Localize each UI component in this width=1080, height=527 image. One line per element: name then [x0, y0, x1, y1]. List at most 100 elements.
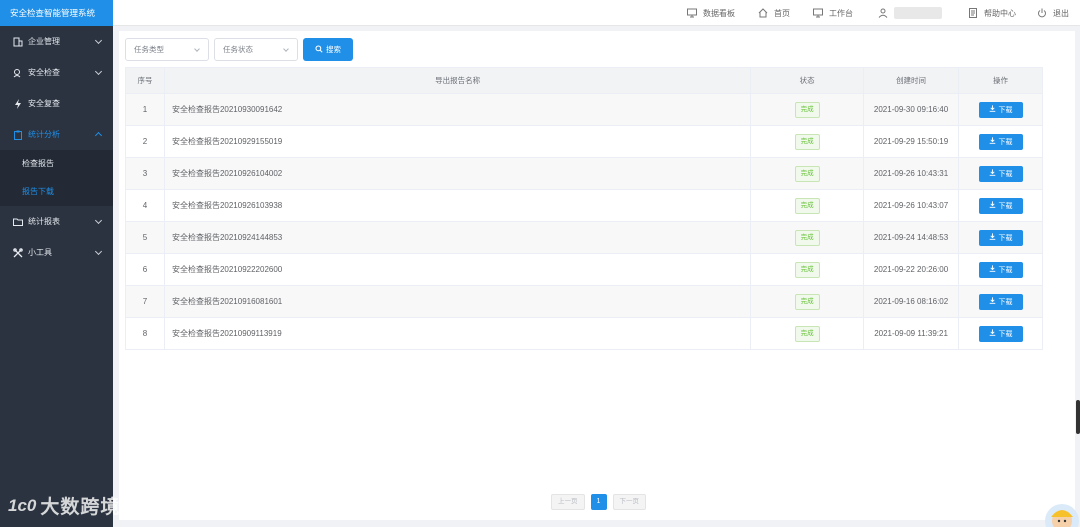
- page-number-current[interactable]: 1: [590, 494, 607, 510]
- desktop-icon: [813, 8, 823, 18]
- clipboard-icon: [13, 130, 23, 140]
- sidebar-item-statistics[interactable]: 统计分析: [0, 119, 113, 150]
- sidebar-item-tools[interactable]: 小工具: [0, 237, 113, 268]
- row-number: 4: [125, 189, 165, 222]
- col-header-no: 序号: [125, 67, 165, 94]
- table-header-row: 序号 导出报告名称 状态 创建时间 操作: [125, 67, 1043, 94]
- sidebar-item-reports[interactable]: 统计报表: [0, 206, 113, 237]
- sidebar-item-enterprise[interactable]: 企业管理: [0, 26, 113, 57]
- table-row: 8 安全检查报告20210909113919 完成 2021-09-09 11:39:…: [125, 317, 1043, 350]
- chevron-down-icon: [194, 46, 200, 52]
- action-cell: 下载: [958, 125, 1043, 158]
- report-name: 安全检查报告20210924144853: [164, 221, 752, 254]
- workbench-label: 工作台: [829, 8, 853, 18]
- sidebar-item-label: 统计分析: [28, 130, 60, 139]
- task-type-select[interactable]: 任务类型: [125, 38, 209, 61]
- report-name: 安全检查报告20210926104002: [164, 157, 752, 190]
- report-name: 安全检查报告20210929155019: [164, 125, 752, 158]
- search-button[interactable]: 搜索: [303, 38, 353, 61]
- status-badge: 完成: [794, 101, 820, 118]
- chevron-down-icon: [94, 36, 103, 45]
- sidebar-subitem-inspection-report[interactable]: 检查报告: [0, 150, 113, 178]
- download-button[interactable]: 下载: [978, 293, 1023, 310]
- user-icon: [878, 8, 888, 18]
- created-time: 2021-09-26 10:43:31: [863, 157, 960, 190]
- download-icon: [989, 169, 996, 178]
- row-number: 1: [125, 93, 165, 126]
- top-bar: 数据看板 首页 工作台 帮助中心 退出: [113, 0, 1080, 26]
- col-header-time: 创建时间: [863, 67, 960, 94]
- download-icon: [989, 329, 996, 338]
- dashboard-link[interactable]: 数据看板: [687, 0, 735, 26]
- action-cell: 下载: [958, 189, 1043, 222]
- statistics-submenu: 检查报告 报告下载: [0, 150, 113, 206]
- status-cell: 完成: [750, 157, 865, 190]
- col-header-status: 状态: [750, 67, 865, 94]
- help-center-link[interactable]: 帮助中心: [968, 0, 1016, 26]
- report-name: 安全检查报告20210922202600: [164, 253, 752, 286]
- pagination: 上一页 1 下一页: [551, 494, 646, 510]
- assistant-avatar-icon[interactable]: [1040, 497, 1080, 527]
- sidebar-subitem-report-download[interactable]: 报告下载: [0, 178, 113, 206]
- status-badge: 完成: [794, 197, 820, 214]
- chevron-up-icon: [94, 131, 103, 140]
- row-number: 7: [125, 285, 165, 318]
- home-label: 首页: [774, 8, 790, 18]
- download-icon: [989, 201, 996, 210]
- dashboard-label: 数据看板: [703, 8, 735, 18]
- task-type-placeholder: 任务类型: [134, 45, 164, 54]
- row-number: 6: [125, 253, 165, 286]
- sidebar-item-review[interactable]: 安全复查: [0, 88, 113, 119]
- download-icon: [989, 233, 996, 242]
- report-name: 安全检查报告20210916081601: [164, 285, 752, 318]
- download-button[interactable]: 下载: [978, 133, 1023, 150]
- download-label: 下载: [998, 202, 1013, 210]
- status-badge: 完成: [794, 293, 820, 310]
- home-link[interactable]: 首页: [758, 0, 790, 26]
- user-menu[interactable]: [878, 0, 942, 26]
- task-status-select[interactable]: 任务状态: [214, 38, 298, 61]
- scrollbar-thumb[interactable]: [1076, 400, 1080, 434]
- download-button[interactable]: 下载: [978, 165, 1023, 182]
- download-button[interactable]: 下载: [978, 261, 1023, 278]
- sidebar-item-inspection[interactable]: 安全检查: [0, 57, 113, 88]
- download-button[interactable]: 下载: [978, 197, 1023, 214]
- sidebar-item-label: 小工具: [28, 248, 52, 257]
- sidebar-item-label: 安全检查: [28, 68, 60, 77]
- logout-button[interactable]: 退出: [1037, 0, 1069, 26]
- chevron-down-icon: [94, 67, 103, 76]
- tools-icon: [13, 247, 23, 258]
- created-time: 2021-09-26 10:43:07: [863, 189, 960, 222]
- chevron-down-icon: [94, 216, 103, 225]
- col-header-name: 导出报告名称: [164, 67, 752, 94]
- table-row: 7 安全检查报告20210916081601 完成 2021-09-16 08:16:…: [125, 285, 1043, 318]
- report-name: 安全检查报告20210930091642: [164, 93, 752, 126]
- status-cell: 完成: [750, 189, 865, 222]
- watermark-text: 大数跨境: [40, 497, 121, 518]
- download-button[interactable]: 下载: [978, 229, 1023, 246]
- download-button[interactable]: 下载: [978, 101, 1023, 118]
- logout-label: 退出: [1053, 8, 1069, 18]
- folder-icon: [13, 217, 23, 227]
- task-status-placeholder: 任务状态: [223, 45, 253, 54]
- download-icon: [989, 297, 996, 306]
- table-row: 5 安全检查报告20210924144853 完成 2021-09-24 14:48:…: [125, 221, 1043, 254]
- status-badge: 完成: [794, 133, 820, 150]
- home-icon: [758, 8, 768, 18]
- report-name: 安全检查报告20210909113919: [164, 317, 752, 350]
- monitor-chart-icon: [687, 8, 697, 18]
- download-button[interactable]: 下载: [978, 325, 1023, 342]
- action-cell: 下载: [958, 285, 1043, 318]
- report-table: 序号 导出报告名称 状态 创建时间 操作 1 安全检查报告202109300916…: [125, 67, 1043, 350]
- created-time: 2021-09-16 08:16:02: [863, 285, 960, 318]
- prev-page-button[interactable]: 上一页: [551, 494, 585, 510]
- status-badge: 完成: [794, 261, 820, 278]
- action-cell: 下载: [958, 157, 1043, 190]
- created-time: 2021-09-30 09:16:40: [863, 93, 960, 126]
- download-icon: [989, 137, 996, 146]
- table-row: 1 安全检查报告20210930091642 完成 2021-09-30 09:16:…: [125, 93, 1043, 126]
- workbench-link[interactable]: 工作台: [813, 0, 853, 26]
- action-cell: 下载: [958, 221, 1043, 254]
- user-name: [894, 7, 942, 19]
- next-page-button[interactable]: 下一页: [612, 494, 646, 510]
